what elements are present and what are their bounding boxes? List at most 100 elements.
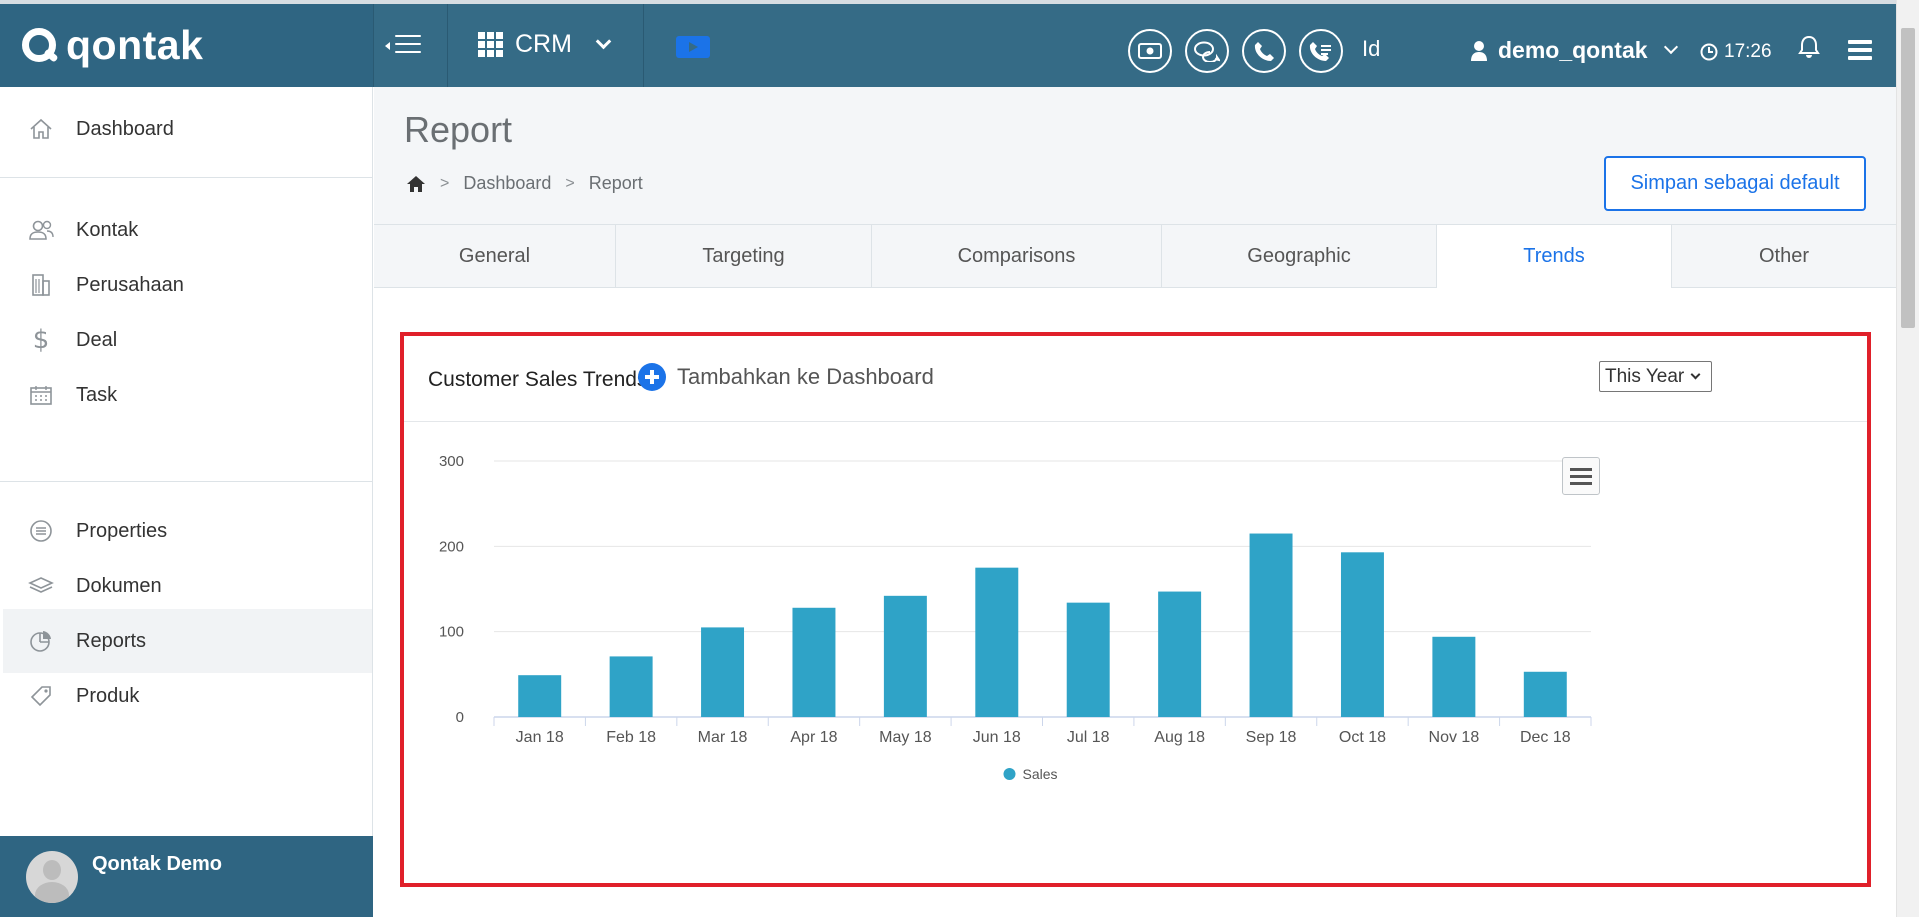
- sidebar-item-label: Reports: [76, 629, 147, 652]
- save-as-default-button[interactable]: Simpan sebagai default: [1604, 156, 1866, 211]
- phone-button[interactable]: [1242, 29, 1286, 73]
- x-tick-label: Jun 18: [973, 729, 1021, 746]
- home-icon: [28, 116, 54, 142]
- card-title: Customer Sales Trends: [428, 368, 648, 391]
- x-tick-label: Jan 18: [516, 729, 564, 746]
- sidebar-item-label: Task: [76, 383, 118, 406]
- profile-name: Qontak Demo: [92, 853, 223, 875]
- call-log-icon: [1309, 42, 1331, 61]
- bell-icon: [1798, 35, 1820, 58]
- chart-bar[interactable]: [792, 607, 836, 717]
- chevron-down-icon: [1690, 369, 1701, 380]
- x-tick-label: Mar 18: [698, 729, 748, 746]
- breadcrumb-separator: >: [440, 174, 450, 192]
- page-scrollbar[interactable]: [1896, 0, 1919, 917]
- phone-icon: [1254, 42, 1274, 61]
- chart-bar[interactable]: [1432, 636, 1476, 717]
- main-content: Report > Dashboard > Report Simpan sebag…: [374, 87, 1896, 917]
- x-tick-label: Apr 18: [790, 729, 837, 746]
- menu-icon: [1570, 467, 1592, 471]
- sidebar-item-label: Dashboard: [76, 117, 174, 140]
- chart-canvas: 0 100 200 300 Jan 18 Feb 18 Mar 18 Apr 18 May 18…: [439, 453, 1592, 782]
- menu-line: [395, 51, 421, 53]
- add-to-dashboard-button[interactable]: Tambahkan ke Dashboard: [638, 363, 934, 391]
- sidebar: Dashboard Kontak Perusahaan $ Deal Task …: [0, 87, 373, 917]
- x-tick-label: May 18: [879, 729, 932, 746]
- divider: [447, 4, 448, 87]
- legend-label[interactable]: Sales: [1023, 766, 1058, 782]
- chart-bar[interactable]: [518, 675, 562, 717]
- chart-bar[interactable]: [1523, 671, 1567, 717]
- sidebar-item-task[interactable]: Task: [0, 363, 372, 427]
- user-name: demo_qontak: [1498, 37, 1648, 63]
- tab-geographic[interactable]: Geographic: [1162, 224, 1437, 288]
- user-icon: [1471, 40, 1487, 61]
- chart-bar[interactable]: [1066, 602, 1110, 717]
- chat-button[interactable]: [1185, 29, 1229, 73]
- tab-trends[interactable]: Trends: [1437, 224, 1672, 289]
- breadcrumb: > Dashboard > Report: [406, 173, 643, 194]
- x-tick-label: Jul 18: [1067, 729, 1110, 746]
- y-tick-label: 100: [439, 624, 464, 641]
- call-log-button[interactable]: [1299, 29, 1343, 73]
- plus-circle-icon: [638, 363, 666, 391]
- user-profile[interactable]: Qontak Demo: [0, 836, 373, 917]
- divider: [373, 4, 374, 87]
- legend-marker[interactable]: [1003, 768, 1016, 780]
- calendar-icon: [28, 382, 54, 408]
- chart-bar[interactable]: [609, 656, 653, 717]
- tab-other[interactable]: Other: [1672, 224, 1896, 288]
- sidebar-toggle-button[interactable]: [385, 32, 425, 60]
- x-tick-label: Nov 18: [1429, 729, 1480, 746]
- sidebar-item-dashboard[interactable]: Dashboard: [0, 97, 372, 161]
- breadcrumb-separator: >: [565, 174, 575, 192]
- page-title: Report: [404, 109, 513, 150]
- logo-mark-icon: [20, 26, 60, 66]
- y-tick-label: 200: [439, 538, 464, 555]
- sidebar-item-produk[interactable]: Produk: [0, 664, 372, 728]
- clock: 17:26: [1700, 41, 1772, 63]
- user-menu[interactable]: demo_qontak: [1470, 37, 1678, 64]
- scrollbar-thumb[interactable]: [1901, 28, 1915, 328]
- tab-comparisons[interactable]: Comparisons: [872, 224, 1162, 288]
- x-tick-label: Dec 18: [1520, 729, 1571, 746]
- x-tick-label: Sep 18: [1246, 729, 1297, 746]
- top-navigation-bar: qontak CRM Id demo_qontak 17:26: [0, 0, 1896, 87]
- video-tutorial-button[interactable]: [676, 36, 710, 58]
- dollar-icon: $: [32, 325, 50, 355]
- clock-time: 17:26: [1724, 41, 1772, 62]
- y-tick-label: 300: [439, 453, 464, 470]
- chart-context-menu-button[interactable]: [1562, 457, 1600, 495]
- chart-bar[interactable]: [1340, 552, 1384, 717]
- building-icon: [28, 272, 54, 298]
- divider: [643, 4, 644, 87]
- menu-line: [395, 43, 421, 45]
- money-icon: [1138, 43, 1162, 59]
- language-switcher[interactable]: Id: [1362, 36, 1380, 62]
- money-button[interactable]: [1128, 29, 1172, 73]
- sidebar-item-label: Deal: [76, 328, 118, 351]
- main-menu-button[interactable]: [1848, 40, 1872, 64]
- tab-targeting[interactable]: Targeting: [616, 224, 872, 288]
- chart-bar[interactable]: [1249, 533, 1293, 717]
- chart-bar[interactable]: [883, 595, 927, 717]
- chart-bar[interactable]: [1158, 591, 1202, 717]
- home-icon[interactable]: [406, 175, 426, 193]
- module-label: CRM: [515, 30, 572, 58]
- period-select[interactable]: This Year: [1599, 361, 1712, 392]
- chart-bar[interactable]: [975, 567, 1019, 717]
- app-logo[interactable]: qontak: [0, 4, 373, 87]
- tab-general[interactable]: General: [374, 224, 616, 288]
- chart-bar[interactable]: [701, 627, 745, 717]
- add-to-dashboard-label: Tambahkan ke Dashboard: [677, 364, 934, 389]
- sidebar-item-label: Kontak: [76, 218, 139, 241]
- notifications-button[interactable]: [1797, 34, 1821, 65]
- menu-line: [395, 35, 421, 37]
- module-switcher[interactable]: CRM: [478, 30, 612, 59]
- report-tabs: General Targeting Comparisons Geographic…: [374, 224, 1896, 289]
- breadcrumb-dashboard[interactable]: Dashboard: [463, 173, 551, 194]
- breadcrumb-current: Report: [588, 173, 643, 193]
- contacts-icon: [28, 217, 54, 243]
- pie-chart-icon: [28, 628, 54, 654]
- period-select-value: This Year: [1605, 365, 1685, 387]
